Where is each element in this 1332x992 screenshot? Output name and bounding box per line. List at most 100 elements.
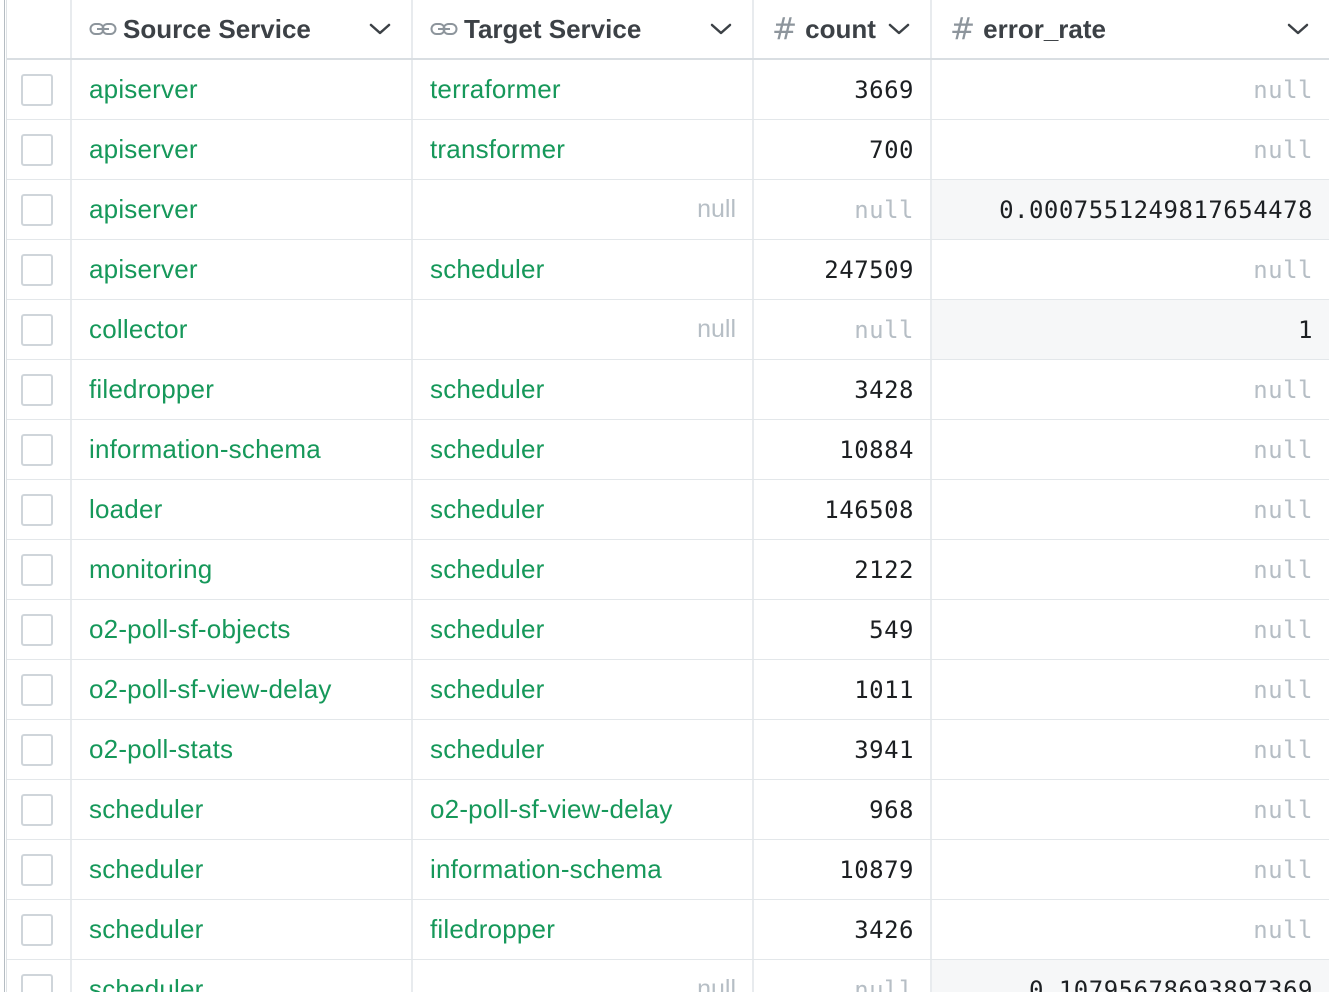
source-service-link[interactable]: monitoring bbox=[89, 554, 212, 585]
count-value: 3428 bbox=[854, 375, 914, 404]
source-service-link[interactable]: apiserver bbox=[89, 134, 198, 165]
source-service-link[interactable]: loader bbox=[89, 494, 162, 525]
row-checkbox[interactable] bbox=[20, 133, 53, 166]
column-header-error-rate[interactable]: # error_rate bbox=[932, 0, 1329, 58]
error-rate-cell: null bbox=[932, 120, 1329, 179]
count-cell: 700 bbox=[754, 120, 932, 179]
data-grid: Source Service Target Service # count # … bbox=[6, 0, 1329, 992]
row-checkbox[interactable] bbox=[20, 313, 53, 346]
target-service-cell: scheduler bbox=[413, 660, 754, 719]
source-service-link[interactable]: apiserver bbox=[89, 74, 198, 105]
row-checkbox[interactable] bbox=[20, 613, 53, 646]
source-service-cell: collector bbox=[72, 300, 413, 359]
table-row[interactable]: apiserver terraformer 3669 null bbox=[7, 60, 1329, 120]
count-cell: 247509 bbox=[754, 240, 932, 299]
count-value: null bbox=[854, 975, 914, 992]
count-value: 2122 bbox=[854, 555, 914, 584]
source-service-link[interactable]: collector bbox=[89, 314, 188, 345]
table-row[interactable]: apiserver transformer 700 null bbox=[7, 120, 1329, 180]
chevron-down-icon[interactable] bbox=[1285, 16, 1311, 42]
table-row[interactable]: filedropper scheduler 3428 null bbox=[7, 360, 1329, 420]
target-service-link[interactable]: scheduler bbox=[430, 674, 545, 705]
target-service-link[interactable]: scheduler bbox=[430, 494, 545, 525]
source-service-link[interactable]: scheduler bbox=[89, 974, 204, 992]
source-service-cell: scheduler bbox=[72, 960, 413, 992]
source-service-cell: o2-poll-sf-objects bbox=[72, 600, 413, 659]
table-row[interactable]: apiserver null null 0.0007551249817654478 bbox=[7, 180, 1329, 240]
error-rate-value: null bbox=[1253, 255, 1313, 284]
table-row[interactable]: scheduler filedropper 3426 null bbox=[7, 900, 1329, 960]
source-service-link[interactable]: filedropper bbox=[89, 374, 214, 405]
target-service-link[interactable]: scheduler bbox=[430, 374, 545, 405]
target-service-link[interactable]: scheduler bbox=[430, 734, 545, 765]
source-service-link[interactable]: scheduler bbox=[89, 794, 204, 825]
chevron-down-icon[interactable] bbox=[367, 16, 393, 42]
row-checkbox[interactable] bbox=[20, 193, 53, 226]
table-row[interactable]: scheduler o2-poll-sf-view-delay 968 null bbox=[7, 780, 1329, 840]
chevron-down-icon[interactable] bbox=[708, 16, 734, 42]
table-row[interactable]: apiserver scheduler 247509 null bbox=[7, 240, 1329, 300]
target-service-link[interactable]: scheduler bbox=[430, 614, 545, 645]
count-cell: 1011 bbox=[754, 660, 932, 719]
column-header-target-service[interactable]: Target Service bbox=[413, 0, 754, 58]
source-service-cell: monitoring bbox=[72, 540, 413, 599]
error-rate-cell: null bbox=[932, 360, 1329, 419]
count-cell: null bbox=[754, 300, 932, 359]
source-service-link[interactable]: o2-poll-sf-objects bbox=[89, 614, 291, 645]
target-service-link[interactable]: scheduler bbox=[430, 254, 545, 285]
target-service-link[interactable]: filedropper bbox=[430, 914, 555, 945]
count-cell: null bbox=[754, 960, 932, 992]
source-service-link[interactable]: apiserver bbox=[89, 254, 198, 285]
table-row[interactable]: monitoring scheduler 2122 null bbox=[7, 540, 1329, 600]
row-checkbox[interactable] bbox=[20, 793, 53, 826]
table-row[interactable]: collector null null 1 bbox=[7, 300, 1329, 360]
table-row[interactable]: scheduler null null 0.10795678693897369 bbox=[7, 960, 1329, 992]
target-service-link[interactable]: transformer bbox=[430, 134, 565, 165]
target-service-cell: null bbox=[413, 960, 754, 992]
hash-icon: # bbox=[950, 11, 976, 47]
error-rate-cell: null bbox=[932, 900, 1329, 959]
row-checkbox[interactable] bbox=[20, 973, 53, 992]
row-checkbox[interactable] bbox=[20, 373, 53, 406]
error-rate-cell: null bbox=[932, 660, 1329, 719]
target-service-cell: scheduler bbox=[413, 240, 754, 299]
table-row[interactable]: o2-poll-sf-view-delay scheduler 1011 null bbox=[7, 660, 1329, 720]
row-checkbox[interactable] bbox=[20, 253, 53, 286]
source-service-link[interactable]: o2-poll-sf-view-delay bbox=[89, 674, 332, 705]
table-row[interactable]: o2-poll-sf-objects scheduler 549 null bbox=[7, 600, 1329, 660]
target-service-link[interactable]: o2-poll-sf-view-delay bbox=[430, 794, 673, 825]
target-service-link[interactable]: scheduler bbox=[430, 434, 545, 465]
target-service-link[interactable]: scheduler bbox=[430, 554, 545, 585]
source-service-link[interactable]: apiserver bbox=[89, 194, 198, 225]
source-service-link[interactable]: scheduler bbox=[89, 914, 204, 945]
count-cell: null bbox=[754, 180, 932, 239]
target-service-link[interactable]: information-schema bbox=[430, 854, 662, 885]
row-checkbox[interactable] bbox=[20, 853, 53, 886]
error-rate-value: null bbox=[1253, 675, 1313, 704]
count-cell: 3941 bbox=[754, 720, 932, 779]
table-row[interactable]: scheduler information-schema 10879 null bbox=[7, 840, 1329, 900]
row-checkbox[interactable] bbox=[20, 733, 53, 766]
row-checkbox[interactable] bbox=[20, 493, 53, 526]
count-cell: 146508 bbox=[754, 480, 932, 539]
table-body: apiserver terraformer 3669 null apiserver tra… bbox=[7, 60, 1329, 992]
target-service-cell: scheduler bbox=[413, 600, 754, 659]
source-service-link[interactable]: information-schema bbox=[89, 434, 321, 465]
table-row[interactable]: information-schema scheduler 10884 null bbox=[7, 420, 1329, 480]
row-checkbox[interactable] bbox=[20, 673, 53, 706]
target-service-link[interactable]: terraformer bbox=[430, 74, 561, 105]
source-service-link[interactable]: o2-poll-stats bbox=[89, 734, 233, 765]
source-service-cell: scheduler bbox=[72, 900, 413, 959]
row-select-cell bbox=[7, 300, 72, 359]
count-cell: 10879 bbox=[754, 840, 932, 899]
column-header-source-service[interactable]: Source Service bbox=[72, 0, 413, 58]
row-checkbox[interactable] bbox=[20, 913, 53, 946]
source-service-link[interactable]: scheduler bbox=[89, 854, 204, 885]
row-checkbox[interactable] bbox=[20, 433, 53, 466]
row-checkbox[interactable] bbox=[20, 73, 53, 106]
chevron-down-icon[interactable] bbox=[886, 16, 912, 42]
table-row[interactable]: o2-poll-stats scheduler 3941 null bbox=[7, 720, 1329, 780]
column-header-count[interactable]: # count bbox=[754, 0, 932, 58]
table-row[interactable]: loader scheduler 146508 null bbox=[7, 480, 1329, 540]
row-checkbox[interactable] bbox=[20, 553, 53, 586]
